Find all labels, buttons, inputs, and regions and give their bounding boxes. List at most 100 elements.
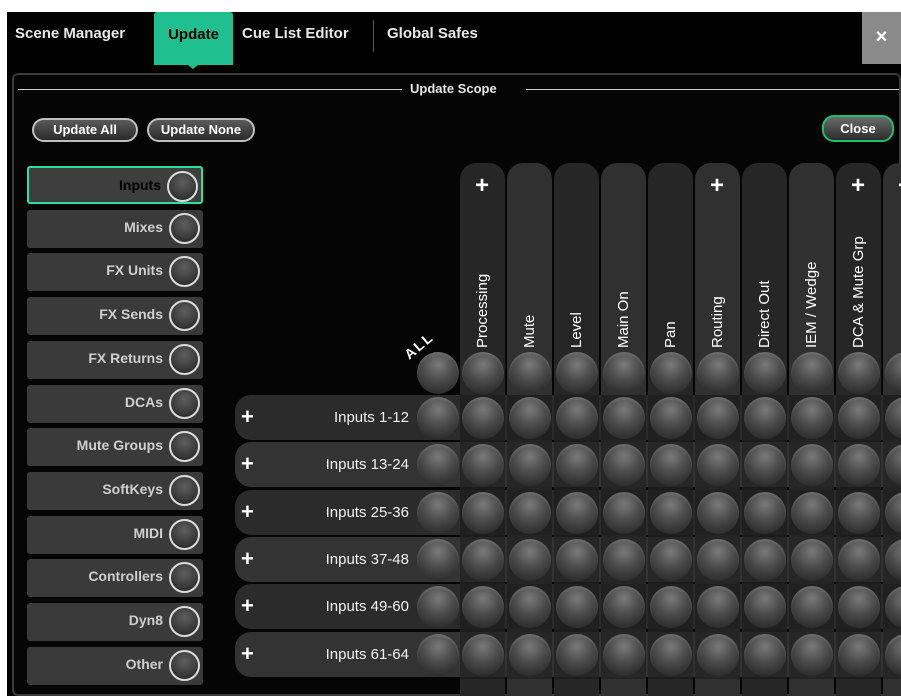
sidebar-toggle-led[interactable] bbox=[169, 431, 200, 463]
cell-toggle-knob[interactable] bbox=[791, 633, 833, 676]
row-expand-plus-icon[interactable]: + bbox=[241, 451, 254, 477]
cell-toggle-knob[interactable] bbox=[744, 586, 786, 629]
cell-toggle-knob[interactable] bbox=[744, 491, 786, 534]
column-toggle-knob[interactable] bbox=[556, 352, 598, 394]
cell-toggle-knob[interactable] bbox=[650, 397, 692, 439]
tab-cue-list-editor[interactable]: Cue List Editor bbox=[242, 25, 349, 42]
cell-toggle-knob[interactable] bbox=[509, 586, 551, 629]
column-toggle-knob[interactable] bbox=[697, 352, 739, 394]
row-expand-plus-icon[interactable]: + bbox=[241, 641, 254, 667]
column-toggle-knob[interactable] bbox=[650, 352, 692, 394]
close-window-icon[interactable]: × bbox=[862, 12, 901, 64]
cell-toggle-knob[interactable] bbox=[838, 444, 880, 487]
cell-toggle-knob[interactable] bbox=[838, 633, 880, 676]
column-expand-plus-icon[interactable]: + bbox=[710, 172, 724, 200]
cell-toggle-knob[interactable] bbox=[556, 397, 598, 439]
row-toggle-knob[interactable] bbox=[417, 586, 459, 629]
cell-toggle-knob[interactable] bbox=[650, 586, 692, 629]
cell-toggle-knob[interactable] bbox=[603, 444, 645, 487]
cell-toggle-knob[interactable] bbox=[697, 397, 739, 439]
cell-toggle-knob[interactable] bbox=[650, 633, 692, 676]
column-expand-plus-icon[interactable]: + bbox=[851, 172, 865, 200]
sidebar-toggle-led[interactable] bbox=[169, 474, 200, 506]
cell-toggle-knob[interactable] bbox=[791, 444, 833, 487]
cell-toggle-knob[interactable] bbox=[744, 444, 786, 487]
cell-toggle-knob[interactable] bbox=[556, 491, 598, 534]
cell-toggle-knob[interactable] bbox=[462, 538, 504, 581]
column-toggle-knob[interactable] bbox=[744, 352, 786, 394]
all-toggle-knob[interactable] bbox=[417, 352, 459, 394]
close-button[interactable]: Close bbox=[822, 115, 894, 142]
cell-toggle-knob[interactable] bbox=[556, 633, 598, 676]
sidebar-item-dyn8[interactable]: Dyn8 bbox=[27, 603, 203, 641]
cell-toggle-knob[interactable] bbox=[791, 586, 833, 629]
column-toggle-knob[interactable] bbox=[509, 352, 551, 394]
row-toggle-knob[interactable] bbox=[417, 538, 459, 581]
cell-toggle-knob[interactable] bbox=[791, 538, 833, 581]
sidebar-toggle-led[interactable] bbox=[167, 171, 198, 202]
cell-toggle-knob[interactable] bbox=[603, 538, 645, 581]
sidebar-item-fx-sends[interactable]: FX Sends bbox=[27, 297, 203, 336]
cell-toggle-knob[interactable] bbox=[838, 538, 880, 581]
column-toggle-knob[interactable] bbox=[838, 352, 880, 394]
sidebar-item-inputs[interactable]: Inputs bbox=[27, 166, 203, 204]
cell-toggle-knob[interactable] bbox=[603, 397, 645, 439]
sidebar-toggle-led[interactable] bbox=[169, 518, 200, 550]
cell-toggle-knob[interactable] bbox=[509, 491, 551, 534]
sidebar-toggle-led[interactable] bbox=[169, 562, 200, 594]
row-expand-plus-icon[interactable]: + bbox=[241, 593, 254, 619]
cell-toggle-knob[interactable] bbox=[556, 444, 598, 487]
tab-scene-manager[interactable]: Scene Manager bbox=[15, 25, 125, 42]
cell-toggle-knob[interactable] bbox=[603, 491, 645, 534]
sidebar-toggle-led[interactable] bbox=[169, 649, 200, 681]
row-expand-plus-icon[interactable]: + bbox=[241, 404, 254, 430]
sidebar-toggle-led[interactable] bbox=[169, 606, 200, 637]
cell-toggle-knob[interactable] bbox=[509, 538, 551, 581]
sidebar-item-mute-groups[interactable]: Mute Groups bbox=[27, 428, 203, 467]
cell-toggle-knob[interactable] bbox=[462, 444, 504, 487]
sidebar-item-controllers[interactable]: Controllers bbox=[27, 559, 203, 598]
cell-toggle-knob[interactable] bbox=[556, 538, 598, 581]
cell-toggle-knob[interactable] bbox=[462, 586, 504, 629]
cell-toggle-knob[interactable] bbox=[697, 633, 739, 676]
sidebar-item-dcas[interactable]: DCAs bbox=[27, 384, 203, 423]
cell-toggle-knob[interactable] bbox=[603, 633, 645, 676]
sidebar-toggle-led[interactable] bbox=[169, 256, 200, 288]
cell-toggle-knob[interactable] bbox=[744, 397, 786, 439]
cell-toggle-knob[interactable] bbox=[838, 586, 880, 629]
sidebar-toggle-led[interactable] bbox=[169, 387, 200, 419]
row-toggle-knob[interactable] bbox=[417, 444, 459, 487]
sidebar-toggle-led[interactable] bbox=[169, 343, 200, 375]
update-all-button[interactable]: Update All bbox=[32, 118, 138, 142]
cell-toggle-knob[interactable] bbox=[556, 586, 598, 629]
column-toggle-knob[interactable] bbox=[603, 352, 645, 394]
cell-toggle-knob[interactable] bbox=[791, 397, 833, 439]
column-toggle-knob[interactable] bbox=[791, 352, 833, 394]
row-expand-plus-icon[interactable]: + bbox=[241, 499, 254, 525]
cell-toggle-knob[interactable] bbox=[650, 491, 692, 534]
cell-toggle-knob[interactable] bbox=[791, 491, 833, 534]
column-toggle-knob[interactable] bbox=[462, 352, 504, 394]
tab-global-safes[interactable]: Global Safes bbox=[387, 25, 478, 42]
cell-toggle-knob[interactable] bbox=[462, 491, 504, 534]
cell-toggle-knob[interactable] bbox=[838, 491, 880, 534]
sidebar-item-other[interactable]: Other bbox=[27, 646, 203, 685]
cell-toggle-knob[interactable] bbox=[744, 538, 786, 581]
sidebar-item-softkeys[interactable]: SoftKeys bbox=[27, 471, 203, 510]
cell-toggle-knob[interactable] bbox=[838, 397, 880, 439]
tab-update[interactable]: Update bbox=[154, 12, 233, 65]
cell-toggle-knob[interactable] bbox=[462, 397, 504, 439]
cell-toggle-knob[interactable] bbox=[509, 633, 551, 676]
row-toggle-knob[interactable] bbox=[417, 491, 459, 534]
row-toggle-knob[interactable] bbox=[417, 633, 459, 676]
update-none-button[interactable]: Update None bbox=[147, 118, 255, 142]
cell-toggle-knob[interactable] bbox=[744, 633, 786, 676]
cell-toggle-knob[interactable] bbox=[509, 397, 551, 439]
row-toggle-knob[interactable] bbox=[417, 397, 459, 439]
sidebar-toggle-led[interactable] bbox=[169, 300, 200, 332]
sidebar-item-mixes[interactable]: Mixes bbox=[27, 209, 203, 248]
sidebar-toggle-led[interactable] bbox=[169, 212, 200, 244]
cell-toggle-knob[interactable] bbox=[650, 538, 692, 581]
cell-toggle-knob[interactable] bbox=[697, 586, 739, 629]
cell-toggle-knob[interactable] bbox=[697, 444, 739, 487]
